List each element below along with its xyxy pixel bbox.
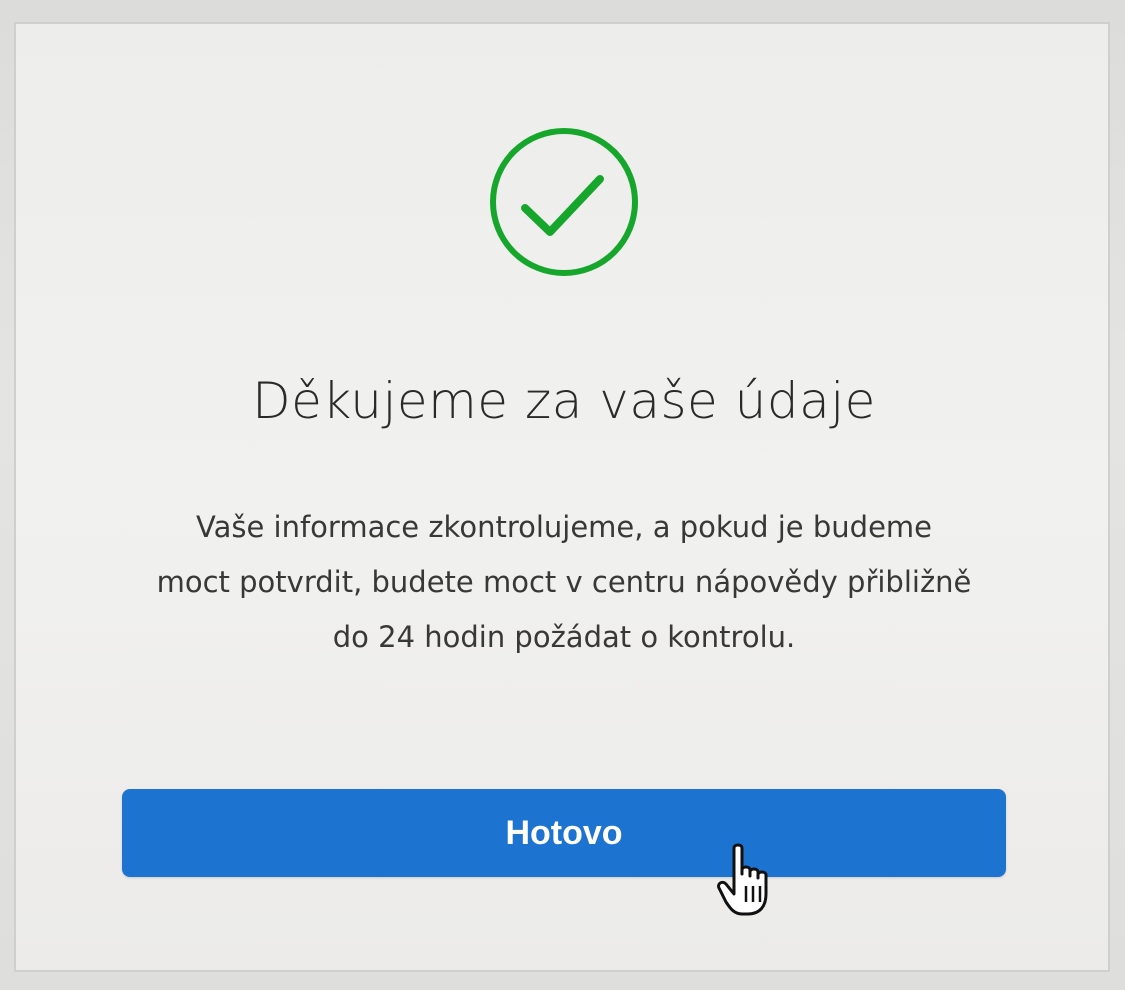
dialog-title: Děkujeme za vaše údaje xyxy=(252,372,876,430)
hand-pointer-cursor-icon xyxy=(716,842,776,920)
screen: Děkujeme za vaše údaje Vaše informace zk… xyxy=(0,0,1125,990)
checkmark-circle-icon xyxy=(488,126,640,278)
dialog-message: Vaše informace zkontrolujeme, a pokud je… xyxy=(156,510,972,654)
confirmation-dialog: Děkujeme za vaše údaje Vaše informace zk… xyxy=(14,22,1110,972)
done-button[interactable]: Hotovo xyxy=(122,789,1006,877)
